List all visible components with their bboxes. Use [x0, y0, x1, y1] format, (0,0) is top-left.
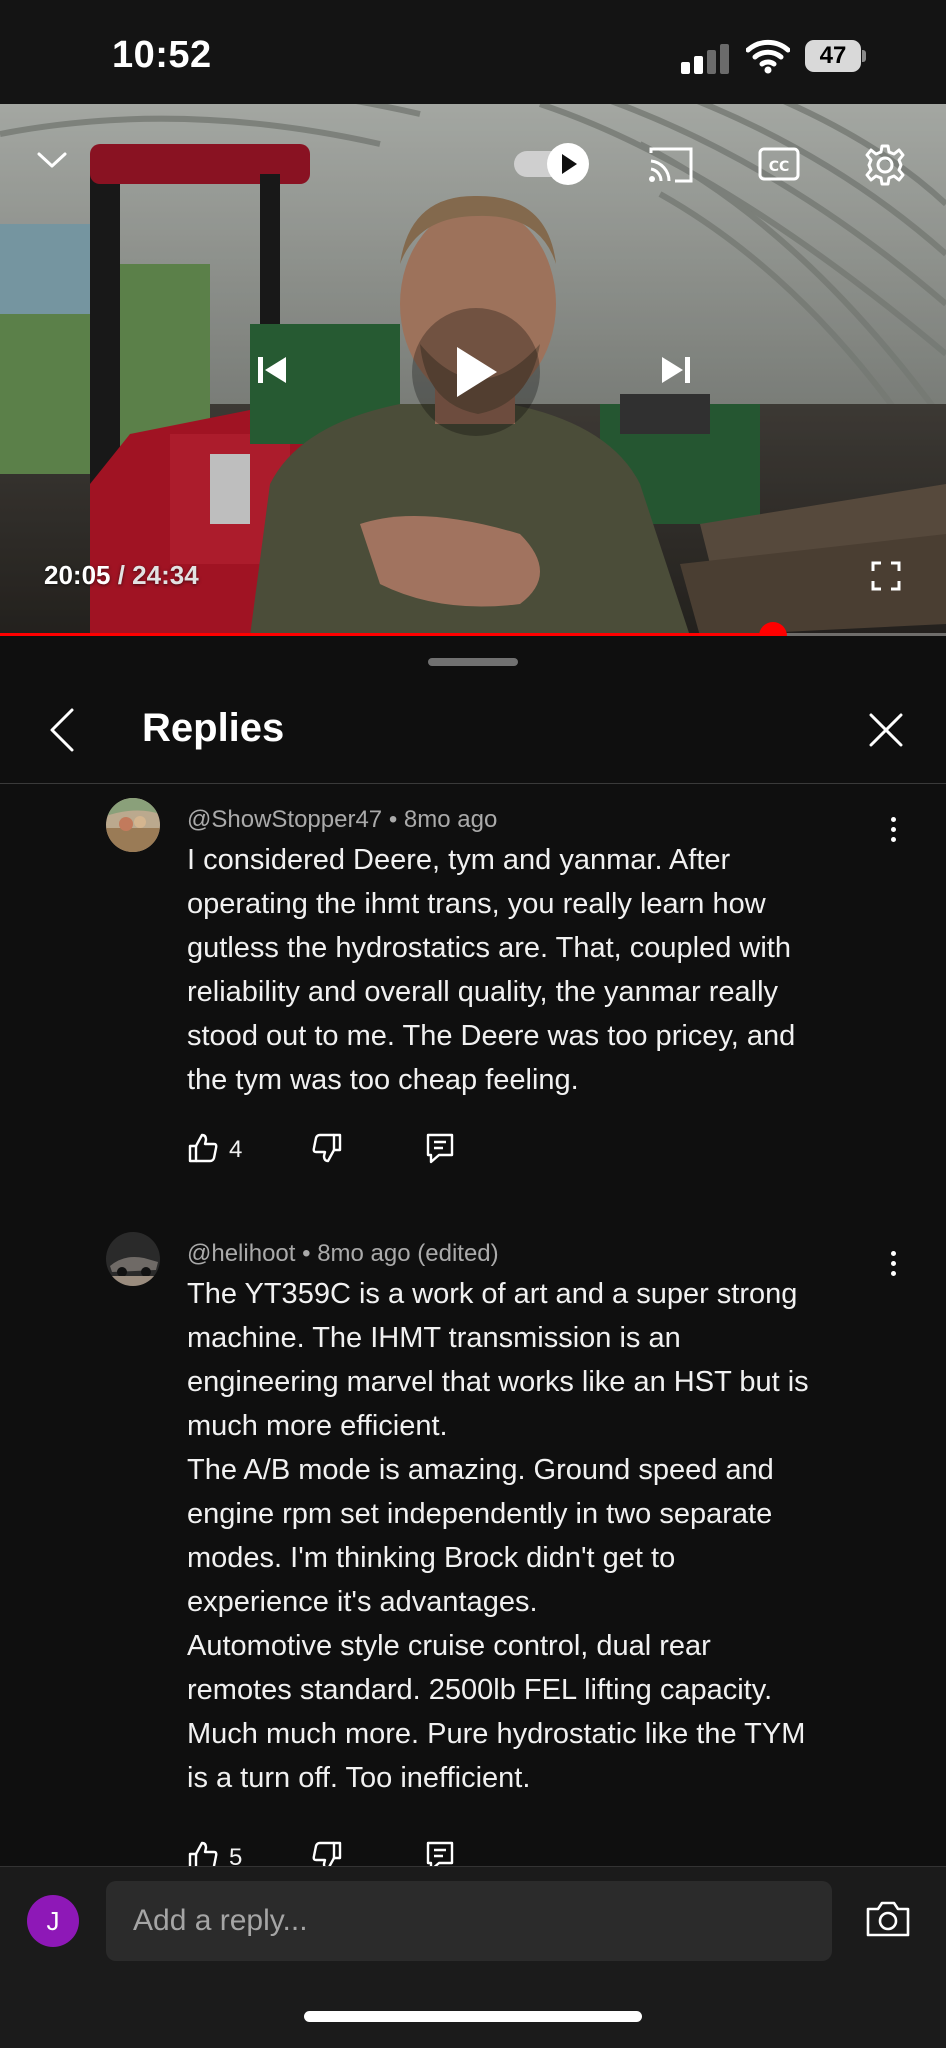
- comment-list: @ShowStopper47 • 8mo ago I considered De…: [0, 784, 946, 1866]
- dislike-button[interactable]: [311, 1838, 343, 1866]
- current-time: 20:05: [44, 560, 111, 590]
- comment-item: @helihoot • 8mo ago (edited) The YT359C …: [0, 1218, 946, 1866]
- user-avatar[interactable]: J: [27, 1895, 79, 1947]
- comment-line: modes. I'm thinking Brock didn't get to: [187, 1542, 676, 1574]
- edited-label: (edited): [417, 1240, 499, 1267]
- drag-handle[interactable]: [428, 658, 518, 666]
- comment-line: stood out to me. The Deere was too price…: [187, 1020, 796, 1052]
- cellular-signal-icon: [681, 44, 731, 74]
- like-count: 5: [229, 1844, 243, 1866]
- reply-comment-icon: [425, 1132, 455, 1169]
- comment-line: reliability and overall quality, the yan…: [187, 976, 779, 1008]
- reply-button[interactable]: [425, 1838, 455, 1866]
- comment-text: The YT359C is a work of art and a super …: [187, 1272, 887, 1800]
- next-icon[interactable]: [652, 346, 700, 394]
- panel-title: Replies: [142, 706, 285, 750]
- playback-time: 20:05 / 24:34: [44, 560, 199, 591]
- back-arrow-icon[interactable]: [38, 700, 86, 760]
- captions-icon[interactable]: CC: [756, 142, 802, 186]
- comment-line: I considered Deere, tym and yanmar. Afte…: [187, 844, 731, 876]
- settings-gear-icon[interactable]: [860, 140, 910, 190]
- collapse-chevron-icon[interactable]: [30, 138, 74, 182]
- comment-line: engineering marvel that works like an HS…: [187, 1366, 809, 1398]
- home-indicator: [304, 2011, 642, 2022]
- comment-line: is a turn off. Too inefficient.: [187, 1762, 531, 1794]
- comment-line: machine. The IHMT transmission is an: [187, 1322, 681, 1354]
- close-icon[interactable]: [860, 702, 912, 758]
- svg-text:CC: CC: [769, 159, 790, 175]
- comment-line: the tym was too cheap feeling.: [187, 1064, 579, 1096]
- comment-item: @ShowStopper47 • 8mo ago I considered De…: [0, 784, 946, 1204]
- status-bar: 10:52 47: [0, 0, 946, 104]
- comment-line: much more efficient.: [187, 1410, 448, 1442]
- comment-line: The YT359C is a work of art and a super …: [187, 1278, 798, 1310]
- status-time: 10:52: [112, 34, 212, 76]
- replies-panel: Replies @ShowStopper47 • 8mo ago I consi…: [0, 636, 946, 2048]
- comment-author[interactable]: @helihoot: [187, 1240, 295, 1267]
- fullscreen-icon[interactable]: [866, 556, 906, 596]
- comment-author[interactable]: @ShowStopper47: [187, 806, 382, 833]
- time-separator: /: [110, 560, 133, 590]
- comment-meta: @ShowStopper47 • 8mo ago: [187, 806, 498, 833]
- comment-meta: @helihoot • 8mo ago (edited): [187, 1240, 499, 1267]
- like-button[interactable]: 5: [187, 1838, 242, 1866]
- comment-time: 8mo ago: [317, 1240, 411, 1267]
- comment-line: operating the ihmt trans, you really lea…: [187, 888, 766, 920]
- video-player[interactable]: CC 20:05 / 24:34: [0, 104, 946, 636]
- comment-time: 8mo ago: [403, 806, 498, 833]
- avatar[interactable]: [106, 1232, 160, 1286]
- comment-line: Automotive style cruise control, dual re…: [187, 1630, 711, 1662]
- thumbs-up-icon: [187, 1132, 219, 1169]
- like-button[interactable]: 4: [187, 1130, 242, 1170]
- thumbs-up-icon: [187, 1840, 219, 1866]
- comment-line: remotes standard. 2500lb FEL lifting cap…: [187, 1674, 773, 1706]
- comment-line: Much much more. Pure hydrostatic like th…: [187, 1718, 806, 1750]
- comment-line: gutless the hydrostatics are. That, coup…: [187, 932, 791, 964]
- duration: 24:34: [132, 560, 199, 590]
- wifi-icon: [745, 38, 791, 74]
- comment-line: engine rpm set independently in two sepa…: [187, 1498, 773, 1530]
- comment-actions: 4: [187, 1130, 487, 1170]
- play-icon[interactable]: [412, 308, 540, 436]
- comment-actions: 5: [187, 1838, 487, 1866]
- battery-level: 47: [805, 40, 861, 72]
- panel-header: Replies: [0, 676, 946, 784]
- reply-bar: J: [0, 1866, 946, 2048]
- comment-line: The A/B mode is amazing. Ground speed an…: [187, 1454, 774, 1486]
- thumbs-down-icon: [311, 1132, 343, 1169]
- cast-icon[interactable]: [646, 142, 696, 188]
- comment-text: I considered Deere, tym and yanmar. Afte…: [187, 838, 887, 1102]
- comment-line: experience it's advantages.: [187, 1586, 538, 1618]
- autoplay-toggle-icon[interactable]: [510, 140, 594, 188]
- reply-button[interactable]: [425, 1130, 455, 1170]
- reply-input[interactable]: [106, 1881, 832, 1961]
- dislike-button[interactable]: [311, 1130, 343, 1170]
- avatar[interactable]: [106, 798, 160, 852]
- thumbs-down-icon: [311, 1840, 343, 1866]
- camera-icon[interactable]: [862, 1895, 914, 1943]
- like-count: 4: [229, 1136, 243, 1163]
- previous-icon[interactable]: [248, 346, 296, 394]
- reply-comment-icon: [425, 1840, 455, 1866]
- battery-icon: 47: [805, 40, 867, 72]
